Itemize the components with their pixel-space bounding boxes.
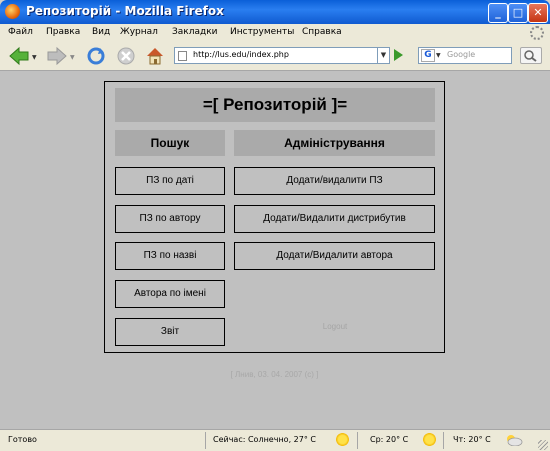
add-remove-author-button[interactable]: Додати/Видалити автора (234, 242, 435, 270)
weather-wednesday[interactable]: Ср: 20° C (370, 435, 408, 444)
resize-grip-icon[interactable] (538, 440, 548, 450)
status-divider (357, 432, 358, 449)
back-dropdown-icon[interactable]: ▼ (32, 54, 37, 61)
go-icon[interactable] (394, 49, 403, 61)
search-by-name-button[interactable]: ПЗ по назві (115, 242, 225, 270)
status-text: Готово (8, 435, 37, 444)
stop-icon[interactable] (116, 46, 136, 66)
author-by-name-button[interactable]: Автора по імені (115, 280, 225, 308)
url-bar[interactable]: http://lus.edu/index.php (174, 47, 390, 64)
menu-view[interactable]: Вид (92, 27, 110, 37)
search-heading: Пошук (115, 130, 225, 156)
menu-edit[interactable]: Правка (46, 27, 80, 37)
forward-dropdown-icon[interactable]: ▼ (70, 54, 75, 61)
back-icon[interactable] (8, 46, 29, 66)
report-button[interactable]: Звіт (115, 318, 225, 346)
weather-now[interactable]: Сейчас: Солнечно, 27° C (213, 435, 316, 444)
search-input[interactable]: Google (447, 50, 475, 59)
browser-window: Репозиторій - Mozilla Firefox _ □ ✕ Файл… (0, 0, 550, 451)
home-icon[interactable] (145, 46, 165, 66)
url-text[interactable]: http://lus.edu/index.php (193, 50, 289, 59)
status-divider (205, 432, 206, 449)
repository-panel: =[ Репозиторій ]= Пошук Адміністрування … (104, 81, 445, 353)
navigation-toolbar: ▼ ▼ http://lus.edu/index.php ▼ G ▼ Googl… (0, 42, 550, 71)
reload-icon[interactable] (86, 46, 106, 66)
page-icon (178, 51, 187, 61)
weather-thursday[interactable]: Чт: 20° C (453, 435, 491, 444)
add-remove-distribution-button[interactable]: Додати/Видалити дистрибутив (234, 205, 435, 233)
title-bar[interactable]: Репозиторій - Mozilla Firefox _ □ ✕ (0, 0, 550, 24)
search-go-icon[interactable] (520, 47, 542, 64)
page-content: =[ Репозиторій ]= Пошук Адміністрування … (0, 71, 550, 429)
firefox-icon (5, 4, 20, 19)
page-title: =[ Репозиторій ]= (115, 88, 435, 122)
search-by-date-button[interactable]: ПЗ по даті (115, 167, 225, 195)
search-engine-dropdown-icon[interactable]: ▼ (436, 52, 441, 59)
menu-bookmarks[interactable]: Закладки (172, 27, 218, 37)
status-divider (443, 432, 444, 449)
menu-bar: Файл Правка Вид Журнал Закладки Инструме… (0, 24, 550, 42)
google-icon[interactable]: G (421, 49, 435, 62)
admin-heading: Адміністрування (234, 130, 435, 156)
logout-link[interactable]: Logout (235, 322, 435, 340)
add-remove-software-button[interactable]: Додати/видалити ПЗ (234, 167, 435, 195)
status-bar: Готово Сейчас: Солнечно, 27° C Ср: 20° C… (0, 429, 550, 451)
url-dropdown-icon[interactable]: ▼ (377, 47, 390, 64)
page-footer: [ Лнив, 03. 04. 2007 (c) ] (230, 370, 319, 379)
window-title: Репозиторій - Mozilla Firefox (26, 4, 224, 18)
search-box[interactable]: G ▼ Google (418, 47, 512, 64)
menu-help[interactable]: Справка (302, 27, 342, 37)
forward-icon[interactable] (46, 46, 67, 66)
maximize-button[interactable]: □ (508, 3, 528, 23)
menu-file[interactable]: Файл (8, 27, 33, 37)
close-button[interactable]: ✕ (528, 3, 548, 23)
sun-icon (423, 433, 436, 446)
throbber-icon (530, 26, 544, 40)
sun-icon (336, 433, 349, 446)
menu-tools[interactable]: Инструменты (230, 27, 294, 37)
minimize-button[interactable]: _ (488, 3, 508, 23)
search-by-author-button[interactable]: ПЗ по автору (115, 205, 225, 233)
cloud-icon (507, 435, 523, 446)
menu-history[interactable]: Журнал (120, 27, 158, 37)
